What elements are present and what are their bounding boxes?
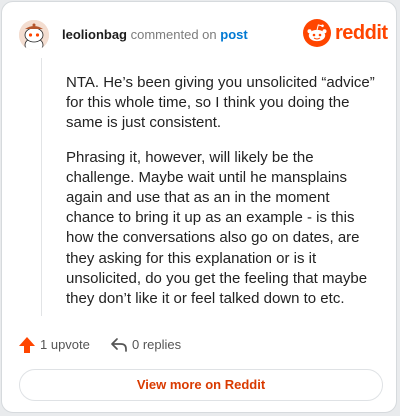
post-link[interactable]: post — [220, 27, 247, 42]
username-link[interactable]: leolionbag — [62, 27, 127, 42]
comment-body: NTA. He’s been giving you unsolicited “a… — [41, 58, 377, 316]
reddit-wordmark: reddit — [335, 22, 388, 44]
snoo-avatar-icon — [19, 20, 49, 50]
reddit-snoo-logo-icon — [303, 19, 331, 47]
comment-paragraph: NTA. He’s been giving you unsolicited “a… — [66, 74, 375, 132]
upvote-arrow-icon — [19, 337, 35, 353]
commented-on-text: commented on — [130, 27, 217, 42]
replies-count: 0 replies — [132, 337, 182, 352]
reply-arrow-icon — [111, 338, 127, 352]
user-avatar[interactable] — [19, 20, 49, 50]
comment-paragraph: Phrasing it, however, will likely be the… — [66, 148, 368, 308]
upvote-count: 1 upvote — [40, 337, 90, 352]
view-more-on-reddit-button[interactable]: View more on Reddit — [19, 369, 383, 401]
comment-meta: leolionbag commented on post — [62, 27, 248, 42]
reddit-brand-logo[interactable]: reddit — [302, 18, 388, 48]
comment-header: leolionbag commented on post reddit — [18, 16, 388, 56]
comment-embed-card: leolionbag commented on post reddit NTA.… — [1, 1, 397, 413]
upvote-button[interactable]: 1 upvote — [18, 336, 98, 356]
replies-button[interactable]: 0 replies — [110, 336, 210, 356]
comment-actions: 1 upvote 0 replies — [18, 336, 318, 356]
